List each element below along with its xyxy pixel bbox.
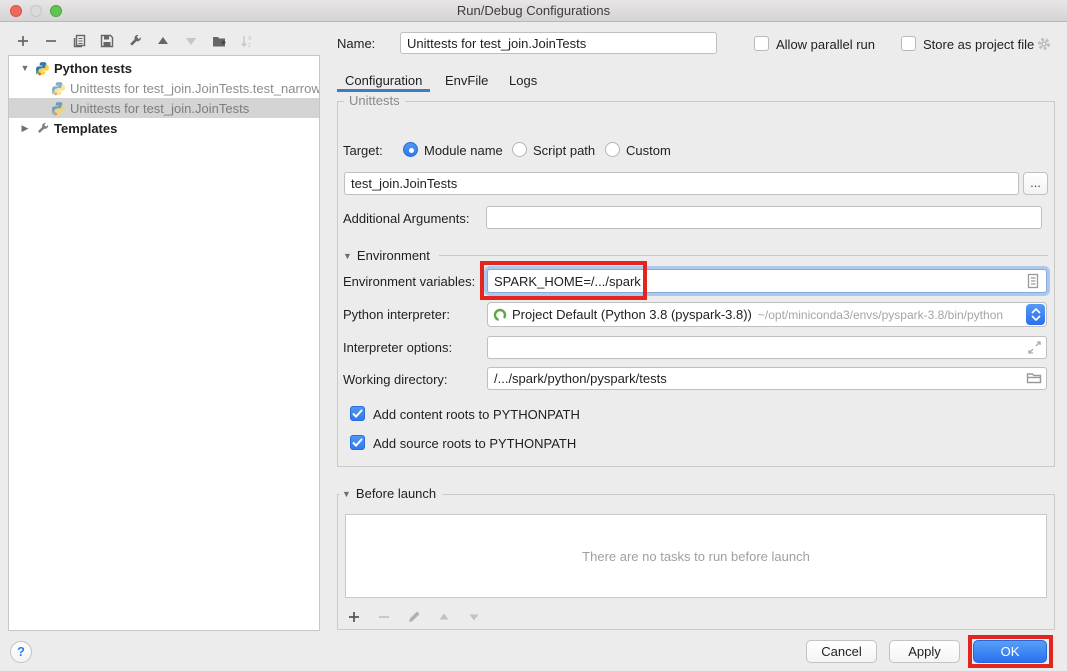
tab-configuration[interactable]: Configuration — [345, 73, 422, 88]
tree-item-label: Unittests for test_join.JoinTests — [70, 101, 249, 116]
python-interpreter-dropdown[interactable]: Project Default (Python 3.8 (pyspark-3.8… — [487, 302, 1047, 327]
environment-variables-label: Environment variables: — [343, 274, 475, 289]
edit-task-pencil-icon — [405, 608, 422, 625]
tree-item-label: Python tests — [54, 61, 132, 76]
additional-arguments-input[interactable] — [486, 206, 1042, 229]
new-folder-icon[interactable] — [210, 32, 227, 49]
configurations-tree: ▼ Python tests Unittests for test_join.J… — [8, 55, 320, 631]
browse-target-button[interactable]: ... — [1023, 172, 1048, 195]
environment-section-label: Environment — [357, 248, 430, 263]
add-source-roots-checkbox[interactable] — [350, 435, 365, 450]
annotation-box-environment-variables — [480, 261, 647, 300]
move-task-up-icon — [435, 608, 452, 625]
apply-button[interactable]: Apply — [889, 640, 960, 663]
additional-arguments-label: Additional Arguments: — [343, 211, 469, 226]
collapse-arrow-icon[interactable]: ▼ — [19, 63, 31, 73]
remove-configuration-icon[interactable] — [42, 32, 59, 49]
interpreter-options-label: Interpreter options: — [343, 340, 452, 355]
interpreter-options-input[interactable] — [487, 336, 1047, 359]
copy-configuration-icon[interactable] — [70, 32, 87, 49]
before-launch-task-list[interactable]: There are no tasks to run before launch — [345, 514, 1047, 598]
python-test-config-icon — [51, 101, 66, 116]
collapse-arrow-icon[interactable]: ▼ — [343, 251, 352, 261]
before-launch-toolbar — [345, 608, 482, 625]
tree-item-unittests-test-narrow[interactable]: Unittests for test_join.JoinTests.test_n… — [9, 78, 319, 98]
templates-wrench-icon — [35, 121, 50, 136]
window-title: Run/Debug Configurations — [0, 3, 1067, 18]
title-bar: Run/Debug Configurations — [0, 0, 1067, 22]
separator-line — [439, 255, 1048, 256]
conda-environment-icon — [493, 308, 507, 322]
save-configuration-icon[interactable] — [98, 32, 115, 49]
python-interpreter-value: Project Default (Python 3.8 (pyspark-3.8… — [512, 307, 752, 322]
target-script-path-label: Script path — [533, 143, 595, 158]
target-label: Target: — [343, 143, 383, 158]
environment-section-header[interactable]: ▼ Environment — [343, 248, 1048, 263]
tree-item-label: Unittests for test_join.JoinTests.test_n… — [70, 81, 319, 96]
python-interpreter-label: Python interpreter: — [343, 307, 450, 322]
name-input[interactable] — [400, 32, 717, 54]
python-interpreter-path: ~/opt/miniconda3/envs/pyspark-3.8/bin/py… — [758, 308, 1003, 322]
target-input[interactable] — [344, 172, 1019, 195]
add-content-roots-label: Add content roots to PYTHONPATH — [373, 407, 580, 422]
before-launch-section-header[interactable]: ▼ Before launch — [340, 486, 442, 501]
target-module-name-label: Module name — [424, 143, 503, 158]
tree-item-python-tests[interactable]: ▼ Python tests — [9, 58, 319, 78]
target-custom-label: Custom — [626, 143, 671, 158]
move-task-down-icon — [465, 608, 482, 625]
tab-envfile[interactable]: EnvFile — [445, 73, 488, 88]
svg-text:z: z — [248, 43, 251, 49]
add-content-roots-checkbox[interactable] — [350, 406, 365, 421]
before-launch-empty-text: There are no tasks to run before launch — [582, 549, 810, 564]
collapse-arrow-icon[interactable]: ▼ — [342, 489, 351, 499]
tab-logs[interactable]: Logs — [509, 73, 537, 88]
annotation-box-ok-button — [968, 635, 1053, 668]
configurations-toolbar: az — [14, 32, 255, 49]
gear-icon[interactable] — [1036, 36, 1052, 55]
cancel-button[interactable]: Cancel — [806, 640, 877, 663]
target-custom-radio[interactable] — [605, 142, 620, 157]
unittests-group-label: Unittests — [344, 93, 405, 108]
help-button[interactable]: ? — [10, 641, 32, 663]
tree-item-label: Templates — [54, 121, 117, 136]
remove-task-icon — [375, 608, 392, 625]
store-as-project-file-checkbox[interactable] — [901, 36, 916, 51]
tree-item-templates[interactable]: ▶ Templates — [9, 118, 319, 138]
add-task-icon[interactable] — [345, 608, 362, 625]
target-module-name-radio[interactable] — [403, 142, 418, 157]
python-test-config-icon — [51, 81, 66, 96]
working-directory-input[interactable] — [487, 367, 1047, 390]
dropdown-spinner-icon[interactable] — [1026, 304, 1045, 325]
edit-templates-wrench-icon[interactable] — [126, 32, 143, 49]
tree-item-unittests-jointests-selected[interactable]: Unittests for test_join.JoinTests — [9, 98, 319, 118]
expand-arrow-icon[interactable]: ▶ — [19, 123, 31, 134]
active-tab-underline — [337, 89, 430, 92]
sort-alphabetically-icon: az — [238, 32, 255, 49]
before-launch-section-label: Before launch — [356, 486, 436, 501]
allow-parallel-run-checkbox[interactable] — [754, 36, 769, 51]
move-up-icon[interactable] — [154, 32, 171, 49]
working-directory-label: Working directory: — [343, 372, 448, 387]
svg-text:a: a — [248, 35, 252, 41]
target-script-path-radio[interactable] — [512, 142, 527, 157]
add-source-roots-label: Add source roots to PYTHONPATH — [373, 436, 576, 451]
name-label: Name: — [337, 36, 375, 51]
allow-parallel-run-label: Allow parallel run — [776, 37, 875, 52]
move-down-icon — [182, 32, 199, 49]
add-configuration-icon[interactable] — [14, 32, 31, 49]
python-tests-icon — [35, 61, 50, 76]
store-as-project-file-label: Store as project file — [923, 37, 1034, 52]
